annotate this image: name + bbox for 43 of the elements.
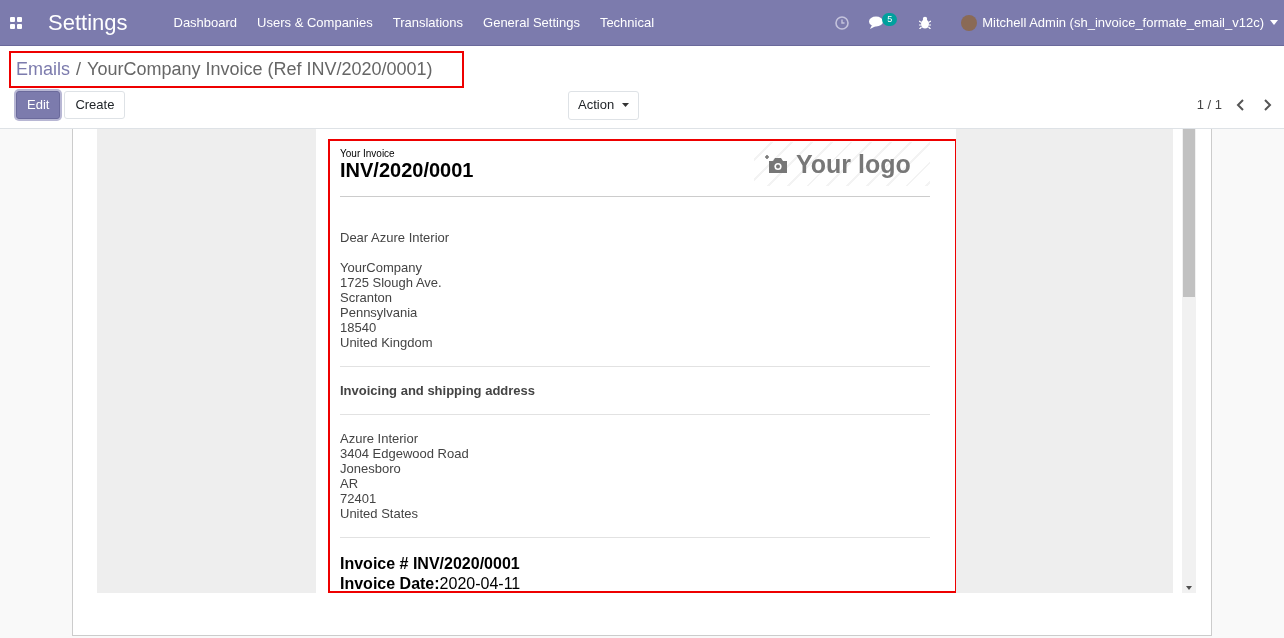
clock-icon[interactable] — [835, 15, 850, 30]
menu-link[interactable]: Technical — [599, 12, 655, 33]
section-heading: Invoicing and shipping address — [340, 367, 930, 415]
address-line: 3404 Edgewood Road — [340, 446, 470, 461]
menu-link[interactable]: Translations — [392, 12, 464, 33]
caret-icon — [622, 103, 630, 107]
address-line: Azure Interior — [340, 431, 420, 446]
menu-link[interactable]: Users & Companies — [257, 12, 373, 33]
address-line: 18540 — [340, 320, 378, 335]
breadcrumb-link[interactable]: Emails — [16, 56, 70, 83]
apps-menu-icon[interactable] — [10, 16, 22, 29]
app-title: Settings — [48, 9, 128, 37]
chevron-left-icon[interactable] — [1236, 99, 1245, 111]
address-line: 1725 Slough Ave. — [340, 275, 443, 290]
scrollbar[interactable] — [1182, 129, 1196, 593]
create-button[interactable]: Create — [64, 91, 126, 119]
breadcrumb-separator: / — [76, 58, 82, 81]
edit-button[interactable]: Edit — [16, 91, 61, 119]
address-line: Jonesboro — [340, 461, 402, 476]
pager-value: 1 / 1 — [1196, 96, 1222, 115]
breadcrumb-title: YourCompany Invoice (Ref INV/2020/0001) — [87, 58, 433, 81]
message-count-badge: 5 — [882, 13, 898, 26]
address-line: Scranton — [340, 290, 394, 305]
action-dropdown[interactable]: Action — [568, 90, 640, 120]
greeting-text: Dear Azure Interior — [340, 230, 451, 245]
address-line: 72401 — [340, 491, 378, 506]
user-menu[interactable]: Mitchell Admin (sh_invoice_formate_email_v12c) — [982, 12, 1264, 33]
logo-text: Your logo — [796, 150, 911, 178]
invoice-detail: Invoice Date:2020-04-11 — [340, 574, 522, 591]
camera-icon — [764, 154, 788, 174]
menu-link[interactable]: General Settings — [483, 12, 580, 33]
invoice-detail: Invoice # INV/2020/0001 — [340, 554, 521, 574]
address-line: United States — [340, 506, 420, 521]
bug-icon[interactable] — [919, 16, 932, 29]
invoice-caption: Your Invoice — [340, 148, 396, 159]
address-line: YourCompany — [340, 260, 423, 275]
address-line: Pennsylvania — [340, 305, 419, 320]
caret-icon[interactable] — [1270, 20, 1278, 25]
menu-link[interactable]: Dashboard — [173, 12, 238, 33]
chevron-right-icon[interactable] — [1263, 99, 1272, 111]
invoice-number: INV/2020/0001 — [340, 159, 474, 181]
address-line: United Kingdom — [340, 335, 434, 350]
address-line: AR — [340, 476, 360, 491]
